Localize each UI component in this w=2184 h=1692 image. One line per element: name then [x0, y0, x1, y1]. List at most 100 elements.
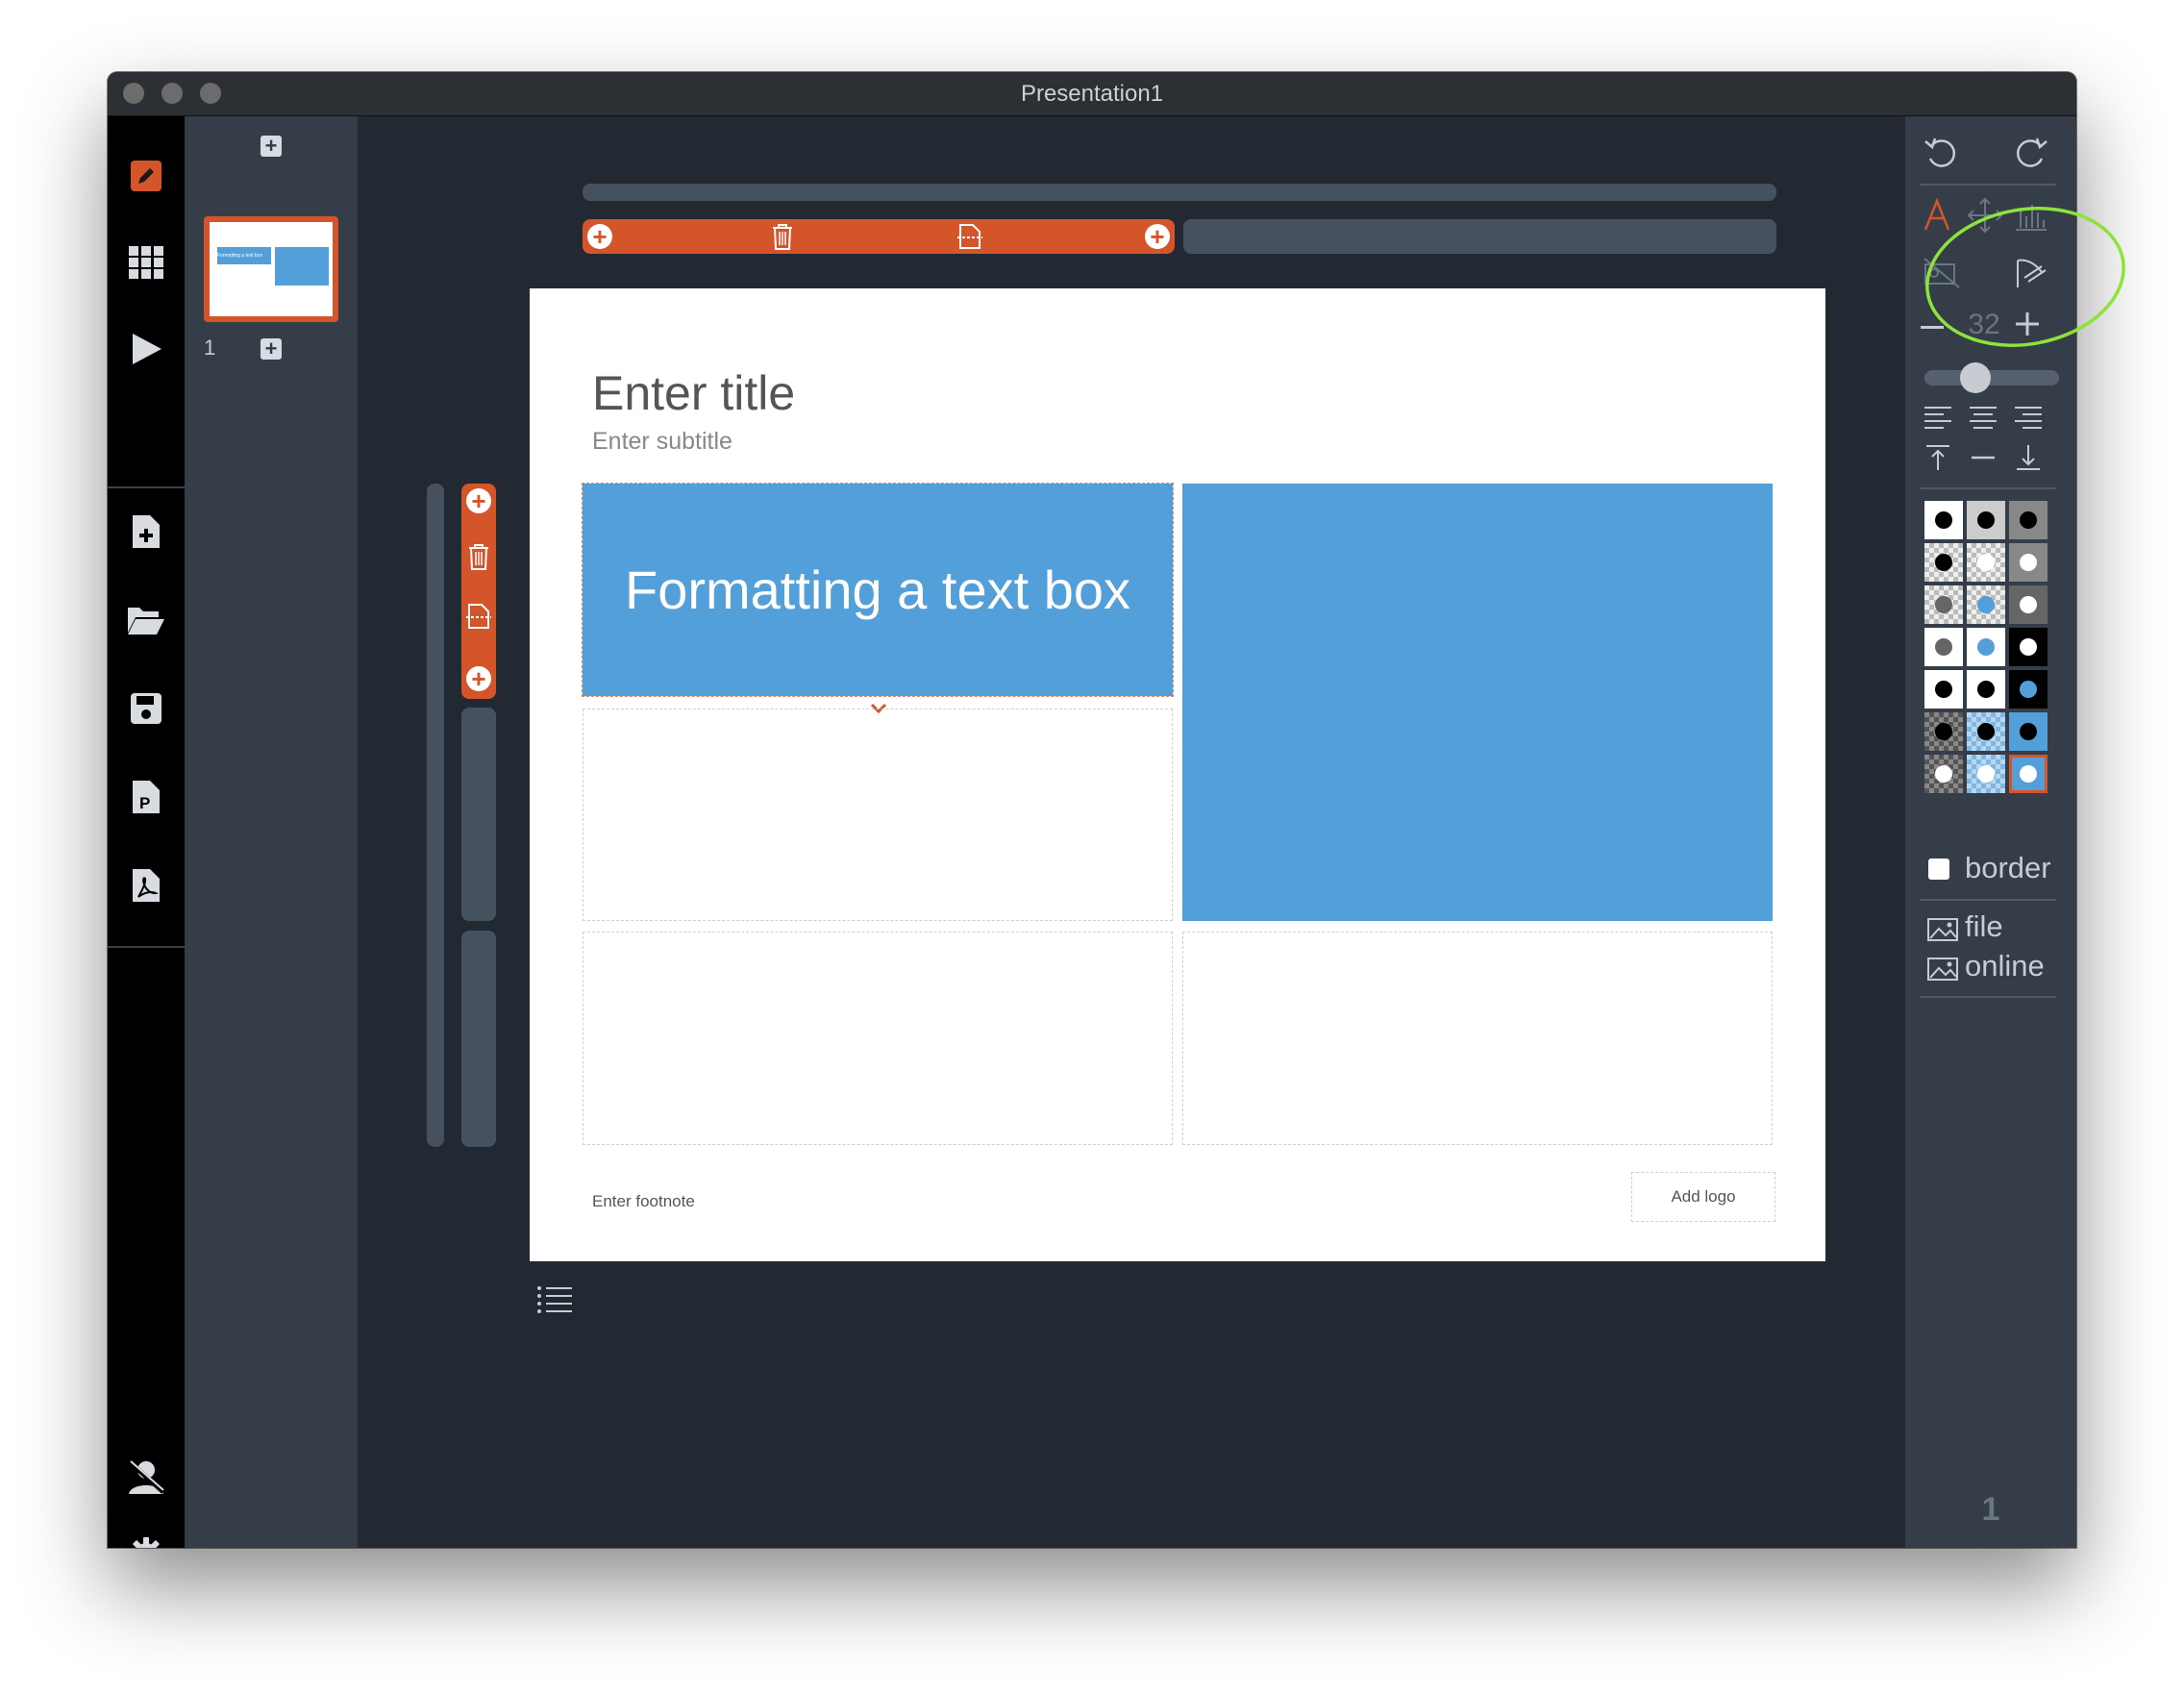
edit-icon[interactable]: [125, 155, 167, 197]
add-row-above-icon[interactable]: +: [466, 488, 491, 513]
swatch-dot: [1935, 554, 1952, 571]
swatch-dot: [1935, 596, 1952, 613]
window-title: Presentation1: [1020, 81, 1164, 107]
color-swatch[interactable]: [1924, 755, 1963, 793]
color-swatch[interactable]: [1924, 628, 1963, 666]
new-file-icon[interactable]: [125, 510, 167, 553]
layout-column-icon[interactable]: [956, 223, 983, 255]
subtitle-placeholder[interactable]: Enter subtitle: [592, 428, 732, 456]
slides-panel: + Formatting a text box 1 +: [185, 116, 358, 1548]
valign-bottom-icon[interactable]: [2013, 443, 2044, 477]
color-swatch[interactable]: [1967, 628, 2005, 666]
toolbar-divider: [108, 946, 185, 948]
swatch-dot: [2020, 723, 2037, 740]
color-swatch[interactable]: [1924, 543, 1963, 582]
color-swatch[interactable]: [1967, 755, 2005, 793]
layout-bar-left[interactable]: [427, 484, 444, 1147]
thumb-blue-box: [275, 247, 329, 286]
color-swatch[interactable]: [2009, 712, 2048, 751]
column-slot-right[interactable]: [1183, 219, 1776, 254]
slide-number: 1: [204, 336, 216, 360]
delete-row-icon[interactable]: [467, 543, 490, 575]
add-logo-button[interactable]: Add logo: [1631, 1172, 1775, 1222]
grid-icon[interactable]: [125, 241, 167, 284]
play-icon[interactable]: [125, 328, 167, 370]
image-online-icon[interactable]: [1926, 956, 1959, 987]
row-toolbar: + +: [461, 484, 496, 699]
slide-thumbnail[interactable]: Formatting a text box: [204, 216, 338, 322]
blue-box-right[interactable]: [1182, 484, 1773, 921]
layout-row-icon[interactable]: [465, 603, 492, 634]
delete-column-icon[interactable]: [771, 223, 794, 255]
add-slide-above-icon[interactable]: +: [261, 136, 282, 157]
text-box-selected[interactable]: Formatting a text box: [582, 483, 1174, 697]
add-row-below-icon[interactable]: +: [466, 666, 491, 691]
color-swatch[interactable]: [1924, 712, 1963, 751]
swatch-dot: [1935, 638, 1952, 656]
title-bar: Presentation1: [108, 72, 2076, 116]
color-swatch[interactable]: [2009, 755, 2048, 793]
font-size-slider-handle[interactable]: [1960, 362, 1991, 393]
font-size-slider-track[interactable]: [1924, 370, 2059, 386]
swatch-dot: [1977, 638, 1995, 656]
image-online-button[interactable]: online: [1965, 949, 2045, 983]
valign-top-icon[interactable]: [1923, 443, 1953, 477]
color-swatch[interactable]: [1967, 501, 2005, 539]
add-column-left-icon[interactable]: +: [587, 224, 612, 249]
swatch-dot: [2020, 638, 2037, 656]
swatch-dot: [2020, 681, 2037, 698]
thumb-text-box: Formatting a text box: [217, 247, 271, 264]
toolbar-divider: [108, 486, 185, 488]
empty-cell[interactable]: [583, 932, 1173, 1145]
layout-bar-top[interactable]: [583, 184, 1776, 201]
open-folder-icon[interactable]: [125, 599, 167, 641]
row-slot-bottom[interactable]: [461, 931, 496, 1147]
panel-divider: [1920, 996, 2056, 998]
empty-cell[interactable]: [583, 709, 1173, 921]
border-checkbox[interactable]: [1928, 858, 1949, 880]
footnote-placeholder[interactable]: Enter footnote: [592, 1192, 695, 1211]
export-pptx-icon[interactable]: P: [125, 776, 167, 818]
panel-divider: [1920, 487, 2056, 489]
add-column-right-icon[interactable]: +: [1145, 224, 1170, 249]
color-swatch[interactable]: [1924, 670, 1963, 709]
redo-icon[interactable]: [2013, 136, 2049, 177]
outline-list-icon[interactable]: [536, 1285, 573, 1319]
slide-canvas: Enter title Enter subtitle Formatting a …: [530, 288, 1825, 1261]
save-icon[interactable]: [125, 687, 167, 730]
row-slot-middle[interactable]: [461, 708, 496, 921]
column-toolbar: + +: [583, 219, 1175, 254]
export-pdf-icon[interactable]: [125, 864, 167, 907]
image-file-icon[interactable]: [1926, 916, 1959, 948]
color-swatch[interactable]: [2009, 628, 2048, 666]
undo-icon[interactable]: [1923, 136, 1959, 177]
panel-divider: [1920, 899, 2056, 901]
title-placeholder[interactable]: Enter title: [592, 365, 795, 421]
swatch-dot: [1935, 681, 1952, 698]
color-swatch[interactable]: [1967, 712, 2005, 751]
color-swatch[interactable]: [2009, 543, 2048, 582]
image-file-button[interactable]: file: [1965, 909, 2003, 944]
color-swatch[interactable]: [1967, 585, 2005, 624]
align-center-icon[interactable]: [1968, 405, 1998, 435]
color-swatch[interactable]: [1924, 501, 1963, 539]
swatch-dot: [1977, 596, 1995, 613]
annotation-ellipse: [1925, 207, 2125, 347]
empty-cell[interactable]: [1182, 932, 1773, 1145]
align-left-icon[interactable]: [1923, 405, 1953, 435]
color-swatch[interactable]: [2009, 670, 2048, 709]
main-toolbar: P: [108, 116, 185, 1548]
user-off-icon[interactable]: [125, 1456, 167, 1498]
text-box-content: Formatting a text box: [624, 560, 1130, 620]
color-swatch[interactable]: [2009, 501, 2048, 539]
color-swatch[interactable]: [2009, 585, 2048, 624]
color-swatch[interactable]: [1967, 543, 2005, 582]
app-window: Presentation1 P + Formatting a text box …: [108, 72, 2076, 1548]
border-label: border: [1965, 851, 2051, 884]
align-right-icon[interactable]: [2013, 405, 2044, 435]
color-swatch[interactable]: [1967, 670, 2005, 709]
add-slide-below-icon[interactable]: +: [261, 338, 282, 360]
settings-icon[interactable]: [125, 1532, 167, 1548]
valign-middle-icon[interactable]: [1968, 443, 1998, 477]
color-swatch[interactable]: [1924, 585, 1963, 624]
